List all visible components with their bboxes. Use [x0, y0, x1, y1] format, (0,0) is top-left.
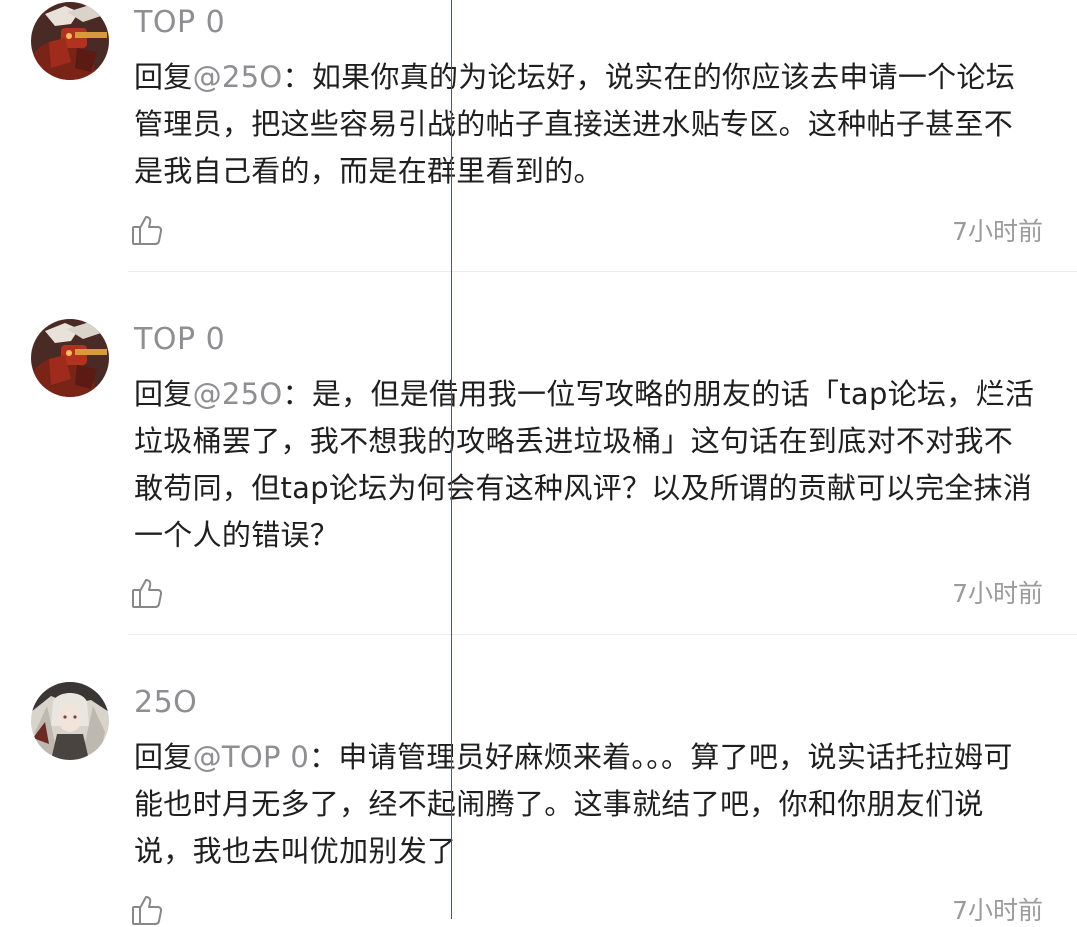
timestamp: 7小时前: [952, 217, 1043, 246]
timestamp: 7小时前: [952, 579, 1043, 608]
divider: [128, 271, 1077, 272]
user-avatar[interactable]: [31, 319, 109, 397]
username[interactable]: TOP 0: [134, 320, 225, 360]
reply-separator: ：: [282, 377, 312, 411]
mention-link[interactable]: @25O: [193, 60, 283, 94]
user-avatar[interactable]: [31, 2, 109, 80]
reply-prefix: 回复: [134, 60, 193, 94]
username[interactable]: 25O: [134, 683, 197, 723]
reply-prefix: 回复: [134, 740, 193, 774]
reply-content: 回复@TOP 0：申请管理员好麻烦来着。。。算了吧，说实话托拉姆可能也时月无多了…: [134, 734, 1039, 875]
like-button[interactable]: [130, 213, 164, 247]
reply-content: 回复@25O：如果你真的为论坛好，说实在的你应该去申请一个论坛管理员，把这些容易…: [134, 54, 1039, 195]
timestamp: 7小时前: [952, 896, 1043, 925]
avatar-mecha-character-icon: [31, 2, 109, 80]
avatar-silver-hair-character-icon: [31, 682, 109, 760]
like-button[interactable]: [130, 576, 164, 610]
reply-content: 回复@25O：是，但是借用我一位写攻略的朋友的话「tap论坛，烂活垃圾桶罢了，我…: [134, 371, 1039, 559]
reply-separator: ：: [282, 60, 312, 94]
username[interactable]: TOP 0: [134, 3, 225, 43]
thumbs-up-icon: [132, 896, 163, 925]
user-avatar[interactable]: [31, 682, 109, 760]
like-button[interactable]: [130, 893, 164, 927]
mention-link[interactable]: @TOP 0: [193, 740, 310, 774]
mention-link[interactable]: @25O: [193, 377, 283, 411]
avatar-mecha-character-icon: [31, 319, 109, 397]
reply-prefix: 回复: [134, 377, 193, 411]
thumbs-up-icon: [132, 579, 163, 608]
divider: [128, 634, 1077, 635]
thumbs-up-icon: [132, 216, 163, 245]
reply-separator: ：: [309, 740, 339, 774]
